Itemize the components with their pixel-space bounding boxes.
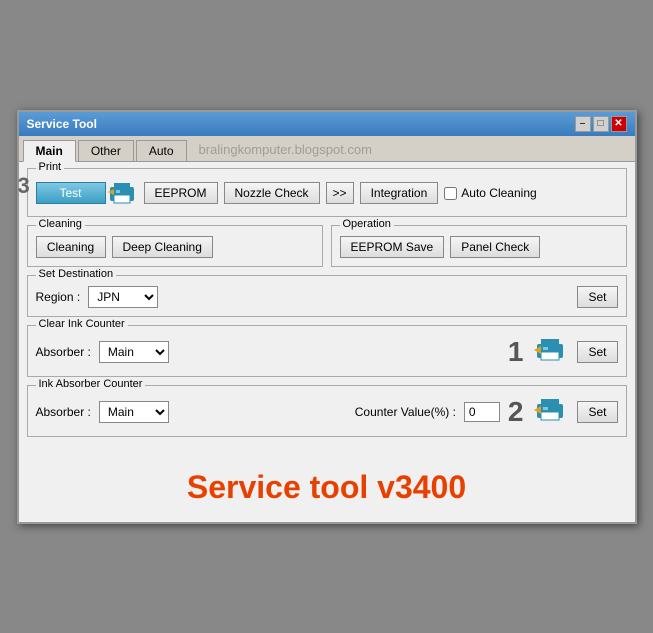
deep-cleaning-button[interactable]: Deep Cleaning (112, 236, 213, 258)
tab-auto[interactable]: Auto (136, 140, 187, 161)
cleaning-section: Cleaning Cleaning Deep Cleaning (27, 225, 323, 267)
badge-2: 2 (508, 396, 524, 428)
auto-cleaning-wrap: Auto Cleaning (444, 186, 536, 200)
tab-bar: Main Other Auto bralingkomputer.blogspot… (19, 136, 635, 162)
clear-ink-label: Clear Ink Counter (36, 318, 128, 330)
cleaning-operation-row: Cleaning Cleaning Deep Cleaning Operatio… (27, 225, 627, 267)
region-label: Region : (36, 290, 81, 304)
clear-ink-printer-icon (533, 336, 569, 367)
eeprom-button[interactable]: EEPROM (144, 182, 218, 204)
test-print-button[interactable]: Test (36, 182, 106, 204)
clear-ink-absorber-label: Absorber : (36, 345, 91, 359)
badge-3: 3 (18, 173, 30, 199)
print-row: 3 Test EEPROM No (36, 179, 618, 208)
counter-value-label: Counter Value(%) : (355, 405, 456, 419)
window-controls: – □ ✕ (575, 116, 627, 132)
destination-row: Region : JPN Set (36, 286, 618, 308)
region-select[interactable]: JPN (88, 286, 158, 308)
operation-buttons: EEPROM Save Panel Check (340, 236, 618, 258)
auto-cleaning-label: Auto Cleaning (461, 186, 536, 200)
clear-ink-row: Absorber : Main 1 Set (36, 336, 618, 368)
ink-absorber-set-button[interactable]: Set (577, 401, 617, 423)
counter-value-input[interactable] (464, 402, 500, 422)
arrow-button[interactable]: >> (326, 182, 354, 204)
cleaning-section-label: Cleaning (36, 218, 85, 230)
maximize-button[interactable]: □ (593, 116, 609, 132)
print-section: Print 3 Test (27, 168, 627, 217)
main-window: Service Tool – □ ✕ Main Other Auto brali… (17, 110, 637, 524)
watermark: bralingkomputer.blogspot.com (189, 140, 631, 161)
window-title: Service Tool (27, 117, 97, 131)
eeprom-save-button[interactable]: EEPROM Save (340, 236, 445, 258)
set-destination-section: Set Destination Region : JPN Set (27, 275, 627, 317)
printer-icon (106, 179, 138, 208)
ink-absorber-label: Ink Absorber Counter (36, 378, 146, 390)
ink-absorber-section: Ink Absorber Counter Absorber : Main Cou… (27, 385, 627, 437)
ink-absorber-absorber-label: Absorber : (36, 405, 91, 419)
operation-section: Operation EEPROM Save Panel Check (331, 225, 627, 267)
set-destination-button[interactable]: Set (577, 286, 617, 308)
set-destination-label: Set Destination (36, 268, 117, 280)
tab-other[interactable]: Other (78, 140, 134, 161)
clear-ink-section: Clear Ink Counter Absorber : Main 1 (27, 325, 627, 377)
title-bar: Service Tool – □ ✕ (19, 112, 635, 136)
clear-ink-set-button[interactable]: Set (577, 341, 617, 363)
cleaning-button[interactable]: Cleaning (36, 236, 106, 258)
tab-main[interactable]: Main (23, 140, 76, 162)
clear-ink-absorber-select[interactable]: Main (99, 341, 169, 363)
badge-1: 1 (508, 336, 524, 368)
close-button[interactable]: ✕ (611, 116, 627, 132)
minimize-button[interactable]: – (575, 116, 591, 132)
cleaning-buttons: Cleaning Deep Cleaning (36, 236, 314, 258)
operation-section-label: Operation (340, 218, 394, 230)
ink-absorber-row: Absorber : Main Counter Value(%) : 2 (36, 396, 618, 428)
integration-button[interactable]: Integration (360, 182, 439, 204)
auto-cleaning-checkbox[interactable] (444, 187, 457, 200)
test-btn-wrap: 3 Test (36, 179, 138, 208)
service-tool-title: Service tool v3400 (27, 445, 627, 516)
ink-absorber-absorber-select[interactable]: Main (99, 401, 169, 423)
nozzle-check-button[interactable]: Nozzle Check (224, 182, 320, 204)
tab-content: Print 3 Test (19, 162, 635, 522)
print-section-label: Print (36, 161, 65, 173)
ink-absorber-printer-icon (533, 396, 569, 427)
panel-check-button[interactable]: Panel Check (450, 236, 540, 258)
